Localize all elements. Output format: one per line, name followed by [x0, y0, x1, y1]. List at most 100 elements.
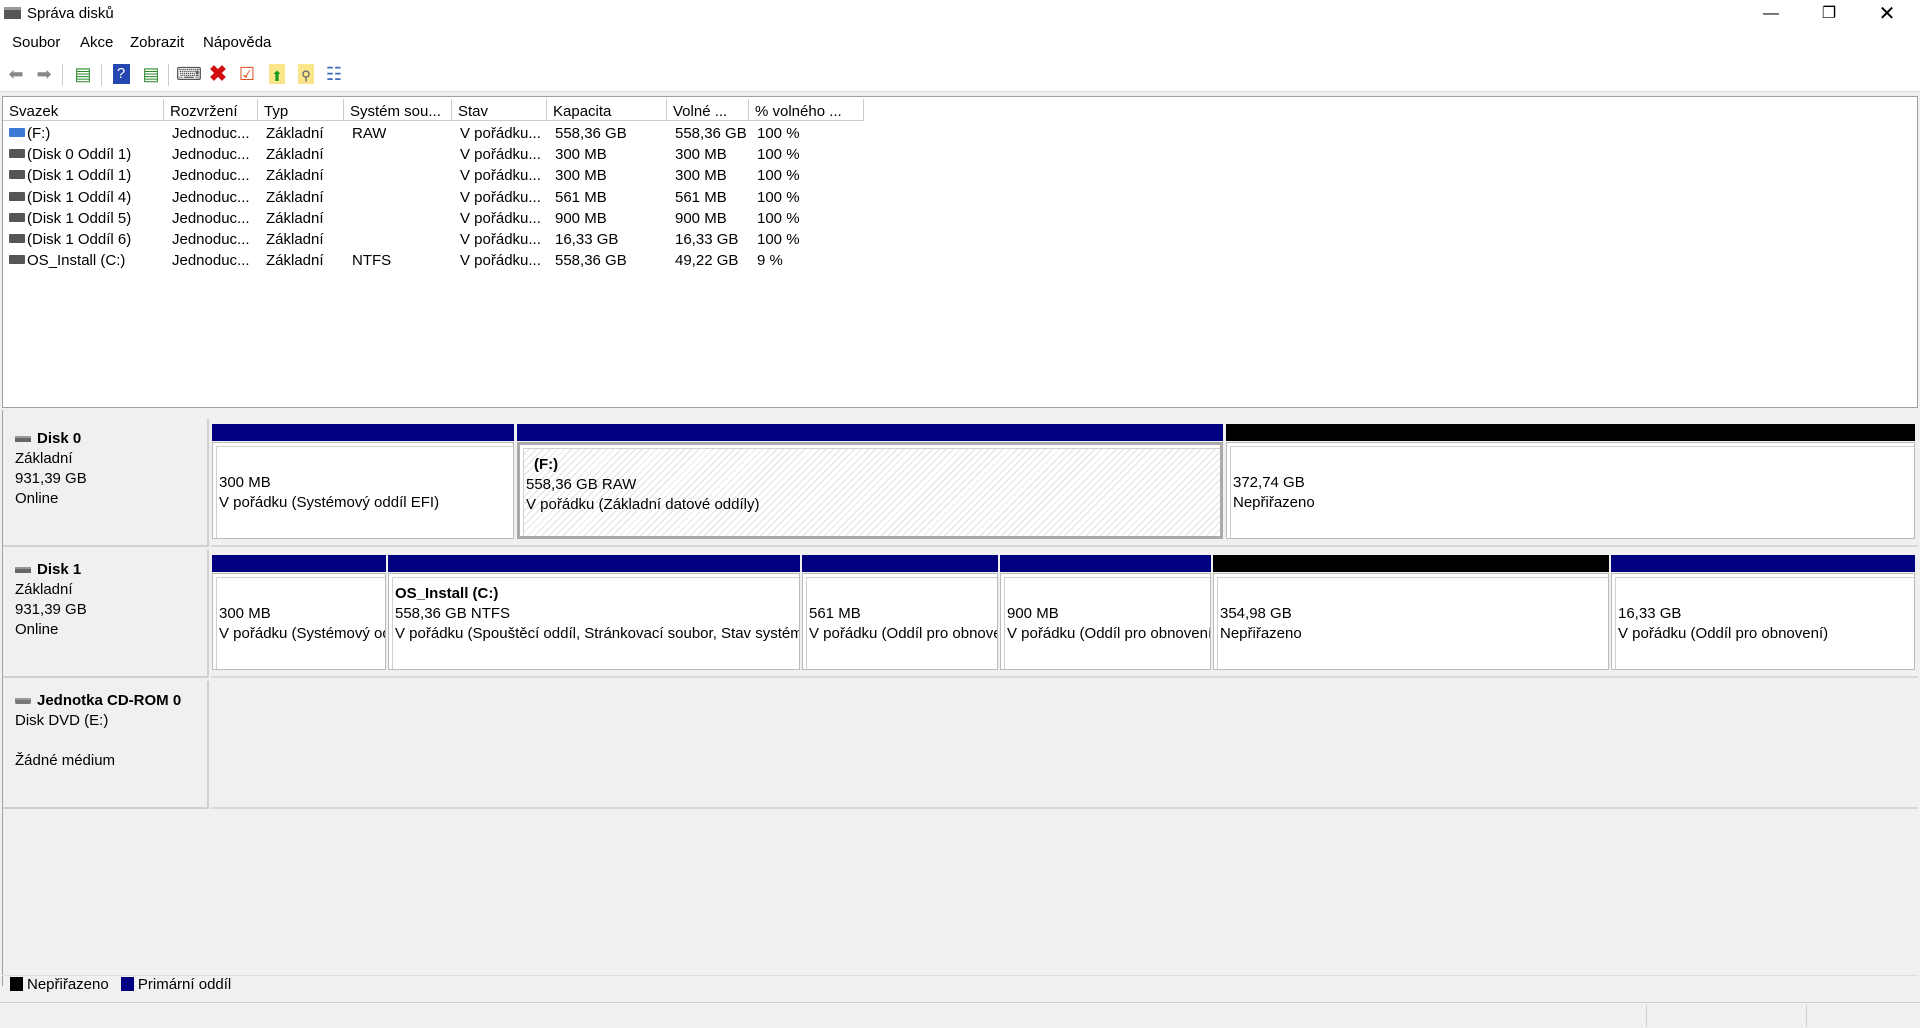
cell-4: V pořádku... [460, 231, 541, 248]
menu-napoveda[interactable]: Nápověda [203, 34, 271, 51]
partition-box[interactable]: 300 MB V pořádku (Systémový oddíl EFI) [212, 573, 386, 670]
cell-7: 100 % [757, 125, 800, 142]
help-icon[interactable]: ? [112, 64, 130, 84]
forward-icon[interactable]: ➡ [32, 62, 56, 86]
column-header-procento-volneho[interactable]: % volného ... [749, 99, 864, 121]
volume-row[interactable]: (Disk 1 Oddíl 4) Jednoduc... Základní V poř… [3, 187, 903, 208]
partition-size: 372,74 GB [1233, 474, 1305, 491]
disk-1-label[interactable]: Disk 1 Základní 931,39 GB Online [3, 550, 209, 678]
partition-box[interactable]: (F:) 558,36 GB RAW V pořádku (Základní dat… [517, 442, 1223, 539]
status-bar [0, 1002, 1920, 1028]
partition-1-1[interactable]: OS_Install (C:) 558,36 GB NTFS V pořádku (… [388, 555, 800, 670]
cell-0: (Disk 1 Oddíl 4) [27, 188, 132, 206]
legend-label-unallocated: Nepřiřazeno [27, 976, 109, 993]
column-header-typ[interactable]: Typ [258, 99, 344, 121]
restore-button[interactable]: ❐ [1800, 0, 1858, 29]
partition-1-2[interactable]: 561 MB V pořádku (Oddíl pro obnovení) [802, 555, 998, 670]
column-header-svazek[interactable]: Svazek [3, 99, 164, 121]
partition-status: Nepřiřazeno [1220, 625, 1302, 642]
cell-2: Základní [266, 188, 324, 206]
partition-box[interactable]: 300 MB V pořádku (Systémový oddíl EFI) [212, 442, 514, 539]
cell-4: V pořádku... [460, 188, 541, 206]
cell-2: Základní [266, 125, 324, 142]
partition-box[interactable]: 354,98 GB Nepřiřazeno [1213, 573, 1609, 670]
column-header-volne[interactable]: Volné ... [667, 99, 749, 121]
folder-search-icon[interactable]: ⚲ [298, 64, 314, 84]
cdrom-icon [15, 698, 31, 705]
partition-box[interactable]: 16,33 GB V pořádku (Oddíl pro obnovení) [1611, 573, 1915, 670]
delete-icon[interactable]: ✖ [206, 61, 230, 86]
column-header-stav[interactable]: Stav [452, 99, 547, 121]
partition-title: OS_Install (C:) [395, 585, 499, 602]
cell-7: 100 % [757, 167, 800, 185]
volume-row[interactable]: (Disk 0 Oddíl 1) Jednoduc... Základní V poř… [3, 144, 903, 165]
volume-row[interactable]: (Disk 1 Oddíl 1) Jednoduc... Základní V poř… [3, 165, 903, 186]
disk-0-label[interactable]: Disk 0 Základní 931,39 GB Online [3, 419, 209, 547]
disk-icon [15, 436, 31, 443]
window-title: Správa disků [27, 5, 114, 22]
partition-1-4[interactable]: 354,98 GB Nepřiřazeno [1213, 555, 1609, 670]
partition-1-5[interactable]: 16,33 GB V pořádku (Oddíl pro obnovení) [1611, 555, 1915, 670]
close-button[interactable]: ✕ [1858, 0, 1916, 29]
cell-7: 100 % [757, 231, 800, 248]
folder-up-icon[interactable]: ⬆ [269, 64, 285, 84]
action-pane-icon[interactable]: ▤ [139, 62, 163, 86]
cell-7: 100 % [757, 146, 800, 164]
check-icon[interactable]: ☑ [235, 62, 259, 86]
cell-5: 300 MB [555, 146, 607, 164]
connect-disk-icon[interactable]: ⌨ [176, 62, 202, 86]
partition-status: V pořádku (Systémový oddíl EFI) [219, 494, 440, 511]
partition-size: 300 MB [219, 474, 271, 491]
cell-5: 300 MB [555, 167, 607, 185]
cell-2: Základní [266, 209, 324, 227]
partition-1-3[interactable]: 900 MB V pořádku (Oddíl pro obnovení) [1000, 555, 1211, 670]
partition-type-bar [517, 424, 1223, 441]
volume-row[interactable]: OS_Install (C:) Jednoduc... Základní NTFS V … [3, 250, 903, 271]
console-tree-icon[interactable]: ▤ [71, 62, 95, 86]
partition-title: (F:) [534, 456, 559, 473]
partition-box[interactable]: 900 MB V pořádku (Oddíl pro obnovení) [1000, 573, 1211, 670]
disk-1-partitions: 300 MB V pořádku (Systémový oddíl EFI) OS… [211, 550, 1918, 678]
partition-size: 354,98 GB [1220, 605, 1292, 622]
column-header-system-souboru[interactable]: Systém sou... [344, 99, 452, 121]
cell-6: 900 MB [675, 209, 727, 227]
partition-box[interactable]: 561 MB V pořádku (Oddíl pro obnovení) [802, 573, 998, 670]
menu-zobrazit[interactable]: Zobrazit [130, 34, 184, 51]
volume-icon [9, 234, 25, 243]
minimize-button[interactable]: — [1742, 0, 1800, 29]
volume-row[interactable]: (Disk 1 Oddíl 5) Jednoduc... Základní V poř… [3, 208, 903, 229]
cell-1: Jednoduc... [172, 167, 250, 185]
partition-type-bar [1213, 555, 1609, 572]
title-bar: Správa disků — ❐ ✕ [0, 0, 1920, 29]
partition-type-bar [1611, 555, 1915, 572]
column-header-kapacita[interactable]: Kapacita [547, 99, 667, 121]
volume-row[interactable]: (Disk 1 Oddíl 6) Jednoduc... Základní V poř… [3, 229, 903, 250]
cell-4: V pořádku... [460, 252, 541, 270]
partition-box[interactable]: 372,74 GB Nepřiřazeno [1226, 442, 1915, 539]
partition-0-1[interactable]: (F:) 558,36 GB RAW V pořádku (Základní dat… [517, 424, 1223, 539]
cell-5: 16,33 GB [555, 231, 619, 248]
menu-soubor[interactable]: Soubor [12, 34, 60, 51]
column-header-rozvrzeni[interactable]: Rozvržení [164, 99, 258, 121]
partition-title [1220, 584, 1602, 604]
partition-0-2[interactable]: 372,74 GB Nepřiřazeno [1226, 424, 1915, 539]
cell-4: V pořádku... [460, 146, 541, 164]
disk-name: Disk 0 [37, 430, 82, 447]
properties-icon[interactable]: ☷ [322, 62, 346, 86]
status-divider [1806, 1005, 1807, 1027]
partition-box[interactable]: OS_Install (C:) 558,36 GB NTFS V pořádku (… [388, 573, 800, 670]
cdrom-name: Jednotka CD-ROM 0 [37, 692, 182, 709]
cell-0: (Disk 1 Oddíl 1) [27, 167, 132, 185]
partition-size: 558,36 GB NTFS [395, 605, 511, 622]
partition-title [219, 584, 379, 604]
menu-akce[interactable]: Akce [80, 34, 113, 51]
volume-row[interactable]: (F:) Jednoduc... Základní RAW V pořádku... 55… [3, 123, 903, 144]
cell-0: (Disk 0 Oddíl 1) [27, 146, 132, 164]
back-icon[interactable]: ⬅ [4, 62, 28, 86]
cdrom-label[interactable]: Jednotka CD-ROM 0 Disk DVD (E:) Žádné mé… [3, 681, 209, 809]
status-divider [1646, 1005, 1647, 1027]
partition-0-0[interactable]: 300 MB V pořádku (Systémový oddíl EFI) [212, 424, 514, 539]
cell-6: 561 MB [675, 188, 727, 206]
cell-0: OS_Install (C:) [27, 252, 126, 270]
partition-1-0[interactable]: 300 MB V pořádku (Systémový oddíl EFI) [212, 555, 386, 670]
